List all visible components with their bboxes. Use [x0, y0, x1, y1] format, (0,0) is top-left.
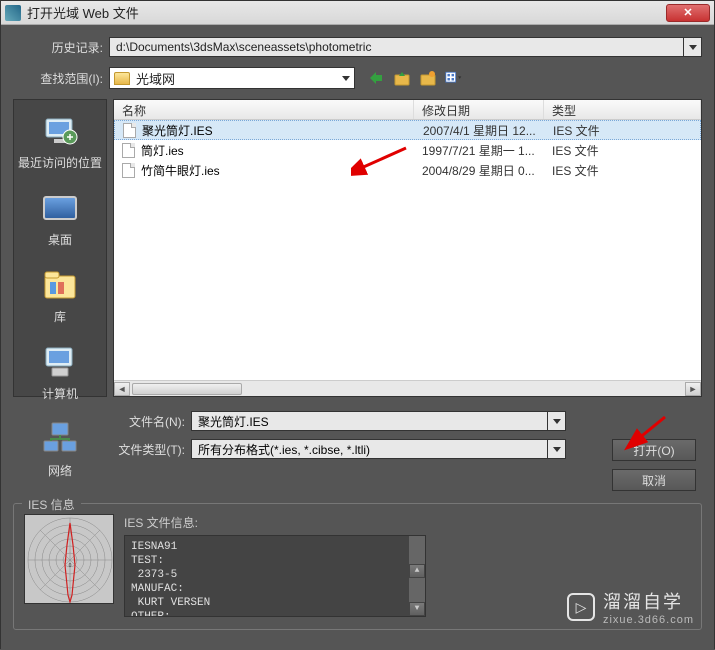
scroll-down-icon[interactable]: ▼	[409, 602, 425, 616]
ies-info-label: IES 文件信息:	[124, 514, 691, 531]
ies-thumbnail: 0	[24, 514, 114, 604]
bottom-fields: 文件名(N): 文件类型(T):	[13, 411, 702, 459]
place-recent-label: 最近访问的位置	[14, 154, 106, 171]
up-folder-icon[interactable]	[393, 69, 411, 87]
cancel-button[interactable]: 取消	[612, 469, 696, 491]
titlebar: 打开光域 Web 文件 ✕	[1, 1, 714, 25]
file-icon	[122, 163, 135, 178]
col-name[interactable]: 名称	[114, 100, 414, 119]
ies-frame-label: IES 信息	[22, 496, 81, 513]
chevron-down-icon	[342, 76, 350, 81]
lookin-folder: 光域网	[136, 69, 342, 88]
open-button[interactable]: 打开(O)	[612, 439, 696, 461]
file-list-body: 聚光筒灯.IES 2007/4/1 星期日 12... IES 文件 筒灯.ie…	[114, 120, 701, 180]
watermark: ▷ 溜溜自学 zixue.3d66.com	[567, 588, 694, 626]
scroll-up-icon[interactable]: ▲	[409, 564, 425, 578]
horizontal-scrollbar[interactable]: ◄ ►	[114, 380, 701, 396]
main-area: 最近访问的位置 桌面 库	[13, 99, 702, 397]
history-label: 历史记录:	[13, 39, 109, 56]
recent-icon	[40, 112, 80, 150]
vertical-scrollbar[interactable]: ▲ ▼	[409, 536, 425, 616]
file-date: 2007/4/1 星期日 12...	[415, 122, 545, 139]
view-menu-icon[interactable]	[445, 69, 463, 87]
scroll-right-icon[interactable]: ►	[685, 382, 701, 396]
computer-icon	[40, 343, 80, 381]
filename-input[interactable]	[191, 411, 548, 431]
place-desktop-label: 桌面	[14, 231, 106, 248]
file-icon	[123, 123, 136, 138]
filetype-dropdown[interactable]	[548, 439, 566, 459]
filename-label: 文件名(N):	[13, 413, 191, 430]
new-folder-icon[interactable]	[419, 69, 437, 87]
file-type: IES 文件	[544, 162, 701, 179]
history-dropdown[interactable]	[684, 37, 702, 57]
place-libraries[interactable]: 库	[14, 262, 106, 329]
svg-text:0: 0	[69, 563, 72, 569]
back-icon[interactable]	[367, 69, 385, 87]
place-desktop[interactable]: 桌面	[14, 185, 106, 252]
chevron-down-icon	[553, 447, 561, 452]
file-list-header: 名称 修改日期 类型	[114, 100, 701, 120]
button-area: 打开(O) 取消	[612, 439, 696, 491]
place-network-label: 网络	[14, 462, 106, 479]
file-type: IES 文件	[544, 142, 701, 159]
file-row[interactable]: 聚光筒灯.IES 2007/4/1 星期日 12... IES 文件	[114, 120, 701, 140]
lookin-row: 查找范围(I): 光域网	[13, 67, 702, 89]
filename-dropdown[interactable]	[548, 411, 566, 431]
lookin-combo[interactable]: 光域网	[109, 67, 355, 89]
window-title: 打开光域 Web 文件	[27, 3, 666, 22]
filetype-label: 文件类型(T):	[13, 441, 191, 458]
close-button[interactable]: ✕	[666, 4, 710, 22]
ies-info-text[interactable]: IESNA91 TEST: 2373-5 MANUFAC: KURT VERSE…	[124, 535, 426, 617]
history-row: 历史记录:	[13, 37, 702, 57]
play-icon: ▷	[567, 593, 595, 621]
col-type[interactable]: 类型	[544, 100, 701, 119]
libraries-icon	[40, 266, 80, 304]
file-date: 2004/8/29 星期日 0...	[414, 162, 544, 179]
watermark-sub: zixue.3d66.com	[603, 614, 694, 626]
chevron-down-icon	[553, 419, 561, 424]
watermark-text: 溜溜自学	[603, 588, 694, 614]
file-name: 筒灯.ies	[141, 142, 184, 159]
place-computer-label: 计算机	[14, 385, 106, 402]
chevron-down-icon	[689, 45, 697, 50]
file-icon	[122, 143, 135, 158]
file-name: 竹简牛眼灯.ies	[141, 162, 220, 179]
col-date[interactable]: 修改日期	[414, 100, 544, 119]
file-row[interactable]: 竹简牛眼灯.ies 2004/8/29 星期日 0... IES 文件	[114, 160, 701, 180]
app-icon	[5, 5, 21, 21]
dialog-window: 打开光域 Web 文件 ✕ 历史记录: 查找范围(I): 光域网	[0, 0, 715, 649]
lookin-label: 查找范围(I):	[13, 70, 109, 87]
file-name: 聚光筒灯.IES	[142, 122, 213, 139]
file-type: IES 文件	[545, 122, 700, 139]
desktop-icon	[40, 189, 80, 227]
file-list: 名称 修改日期 类型 聚光筒灯.IES 2007/4/1 星期日 12... I…	[113, 99, 702, 397]
folder-icon	[114, 72, 130, 85]
places-bar: 最近访问的位置 桌面 库	[13, 99, 107, 397]
dialog-body: 历史记录: 查找范围(I): 光域网	[1, 25, 714, 650]
scroll-left-icon[interactable]: ◄	[114, 382, 130, 396]
history-input[interactable]	[109, 37, 684, 57]
scroll-thumb[interactable]	[132, 383, 242, 395]
place-recent[interactable]: 最近访问的位置	[14, 108, 106, 175]
toolbar-icons	[367, 69, 463, 87]
file-row[interactable]: 筒灯.ies 1997/7/21 星期一 1... IES 文件	[114, 140, 701, 160]
file-date: 1997/7/21 星期一 1...	[414, 142, 544, 159]
filetype-input[interactable]	[191, 439, 548, 459]
place-computer[interactable]: 计算机	[14, 339, 106, 406]
place-libraries-label: 库	[14, 308, 106, 325]
